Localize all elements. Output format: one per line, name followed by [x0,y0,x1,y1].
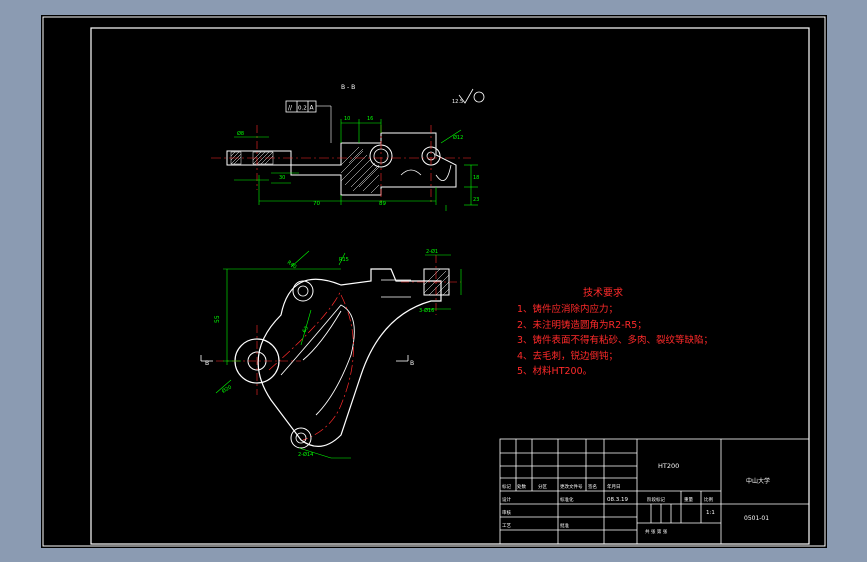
svg-text:阶段标记: 阶段标记 [647,496,665,503]
tech-item-4: 4、去毛刺，锐边倒钝； [517,350,618,362]
hatch-center [340,146,380,194]
front-view[interactable]: B B 55 R40 R15 2-Ø1 3-Ø16 2-Ø14 Ø20 63 [200,248,462,459]
svg-text:08.3.19: 08.3.19 [607,497,628,503]
title-block[interactable] [499,438,810,545]
title-block-text: HT200 中山大学 0501-01 1:1 08.3.19 标记 处数 分区 … [502,462,770,535]
tolerance-frame: // 0.2 A [285,100,332,143]
technical-requirements: 技术要求 1、铸件应消除内应力； 2、未注明铸造圆角为R2-R5； 3、铸件表面… [517,286,713,377]
engineering-drawing: B - B // 0.2 A 12.5 10 16 30 70 89 18 23… [42,16,826,547]
svg-text:年月日: 年月日 [607,483,621,490]
svg-text:Ø12: Ø12 [453,134,463,141]
svg-text:重量: 重量 [684,496,693,503]
svg-text:23: 23 [473,197,479,203]
svg-text:签名: 签名 [588,483,597,490]
cad-viewport[interactable]: B - B // 0.2 A 12.5 10 16 30 70 89 18 23… [41,15,827,548]
section-view-bb[interactable]: B - B // 0.2 A 12.5 10 16 30 70 89 18 23… [211,84,485,211]
svg-text:R15: R15 [339,257,349,263]
svg-text:12.5: 12.5 [452,99,463,105]
roughness-symbol: 12.5 [452,88,485,105]
svg-text:更改文件号: 更改文件号 [560,483,583,490]
svg-text://: // [288,105,293,112]
svg-text:处数: 处数 [517,483,526,490]
svg-text:共 张 第 张: 共 张 第 张 [645,528,668,535]
tech-title: 技术要求 [583,286,623,299]
svg-text:审核: 审核 [502,509,511,516]
svg-text:比例: 比例 [704,496,713,503]
tech-item-5: 5、材料HT200。 [517,365,592,377]
drawing-frame [90,27,810,545]
svg-text:0501-01: 0501-01 [744,515,769,522]
svg-text:批准: 批准 [560,522,569,529]
tech-item-3: 3、铸件表面不得有粘砂、多肉、裂纹等缺陷； [517,334,713,346]
svg-text:设计: 设计 [502,496,511,503]
svg-text:30: 30 [279,175,285,181]
svg-text:0.2: 0.2 [298,106,307,112]
svg-text:55: 55 [214,315,221,323]
svg-text:3-Ø16: 3-Ø16 [419,307,434,314]
svg-text:中山大学: 中山大学 [746,477,770,485]
svg-text:18: 18 [473,175,479,181]
section-mark-right: B [410,360,414,367]
svg-text:89: 89 [379,201,386,207]
svg-text:1:1: 1:1 [706,510,715,516]
svg-text:2-Ø14: 2-Ø14 [298,451,313,458]
svg-text:HT200: HT200 [658,462,679,470]
svg-text:Ø8: Ø8 [237,130,244,137]
svg-text:2-Ø1: 2-Ø1 [426,248,438,255]
svg-text:标准化: 标准化 [560,496,574,503]
tech-item-1: 1、铸件应消除内应力； [517,303,618,315]
svg-text:工艺: 工艺 [502,523,511,529]
cutting-plane-marks [200,355,409,362]
svg-text:10: 10 [344,116,350,122]
svg-text:70: 70 [313,201,320,207]
section-mark-left: B [205,360,209,367]
svg-text:分区: 分区 [538,483,547,490]
svg-text:A: A [310,105,315,112]
svg-text:标记: 标记 [502,483,511,490]
svg-text:16: 16 [367,116,373,122]
tech-item-2: 2、未注明铸造圆角为R2-R5； [517,319,647,331]
section-label: B - B [341,84,355,91]
svg-text:Ø20: Ø20 [221,384,233,395]
